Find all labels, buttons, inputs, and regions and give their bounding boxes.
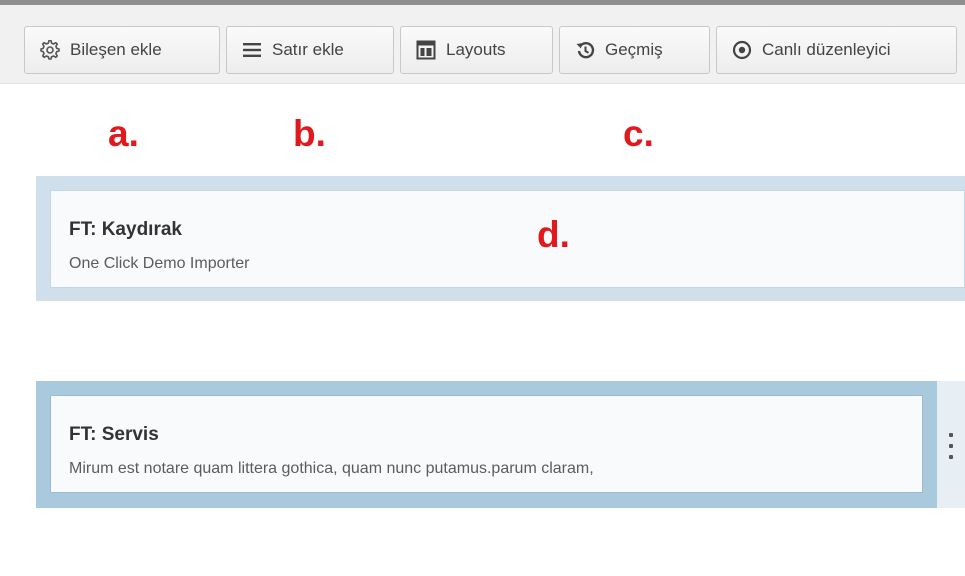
gear-icon [40, 40, 60, 60]
layout-icon [416, 40, 436, 60]
annotation-d: d. [537, 214, 570, 255]
row-menu-strip [937, 381, 965, 508]
live-editor-label: Canlı düzenleyici [762, 40, 891, 59]
widget-service[interactable]: FT: Servis Mirum est notare quam littera… [50, 395, 923, 493]
builder-toolbar: Bileşen ekle Satır ekle Layouts Geçmiş C… [0, 0, 965, 84]
add-widget-label: Bileşen ekle [70, 40, 162, 59]
layouts-label: Layouts [446, 40, 506, 59]
add-row-label: Satır ekle [272, 40, 344, 59]
annotation-a: a. [108, 113, 139, 154]
annotation-c: c. [623, 113, 654, 154]
history-label: Geçmiş [605, 40, 663, 59]
toolbar-divider [0, 83, 965, 84]
widget-subtitle: One Click Demo Importer [69, 255, 250, 272]
live-editor-button[interactable]: Canlı düzenleyici [716, 26, 957, 74]
widget-title: FT: Servis [69, 424, 159, 445]
layouts-button[interactable]: Layouts [400, 26, 553, 74]
add-row-button[interactable]: Satır ekle [226, 26, 394, 74]
add-widget-button[interactable]: Bileşen ekle [24, 26, 220, 74]
builder-row-service[interactable]: FT: Servis Mirum est notare quam littera… [36, 381, 965, 508]
more-options-icon[interactable] [943, 433, 959, 459]
widget-slider[interactable]: FT: Kaydırak One Click Demo Importer [50, 190, 965, 288]
builder-row-slider[interactable]: FT: Kaydırak One Click Demo Importer [36, 176, 965, 301]
widget-subtitle: Mirum est notare quam littera gothica, q… [69, 460, 594, 477]
history-icon [575, 40, 595, 60]
annotation-b: b. [293, 113, 326, 154]
eye-icon [732, 40, 752, 60]
history-button[interactable]: Geçmiş [559, 26, 710, 74]
lines-icon [242, 40, 262, 60]
widget-title: FT: Kaydırak [69, 219, 182, 240]
